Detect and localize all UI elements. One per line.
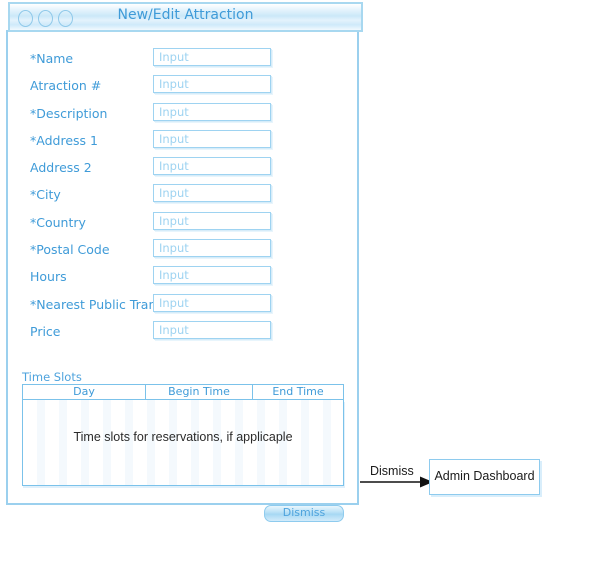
- time-slots-header-row: Day Begin Time End Time: [22, 384, 344, 400]
- attraction-number-input-value: Input: [159, 77, 189, 92]
- name-input-value: Input: [159, 50, 189, 64]
- description-input[interactable]: Input: [153, 102, 271, 121]
- hours-input[interactable]: Input: [153, 266, 271, 285]
- city-input[interactable]: Input: [153, 184, 271, 203]
- field-label-address-1: *Address 1: [30, 132, 98, 148]
- field-label-attraction-number: Atraction #: [30, 78, 102, 94]
- form-row: Price Input: [8, 320, 357, 348]
- field-label-name: *Name: [30, 51, 74, 66]
- field-label-country: *Country: [30, 214, 86, 230]
- window-titlebar: New/Edit Attraction: [8, 2, 363, 32]
- attraction-number-input[interactable]: Input: [153, 75, 271, 94]
- nearest-public-transport-input[interactable]: Input: [153, 293, 271, 312]
- time-slots-empty-note: Time slots for reservations, if applicap…: [73, 430, 293, 444]
- form-row: *Nearest Public Transport Input: [8, 293, 357, 321]
- time-slots-section-label: Time Slots: [22, 370, 82, 384]
- field-label-hours: Hours: [30, 269, 67, 285]
- new-edit-attraction-window: *Name Input Atraction # Input *Descripti…: [6, 2, 363, 522]
- nearest-public-transport-input-value: Input: [159, 295, 189, 310]
- admin-dashboard-screen-box[interactable]: Admin Dashboard: [429, 459, 540, 495]
- form-row: *Name Input: [8, 48, 357, 75]
- attraction-form: *Name Input Atraction # Input *Descripti…: [8, 48, 357, 348]
- dismiss-button[interactable]: Dismiss: [264, 505, 344, 522]
- country-input-value: Input: [159, 213, 189, 228]
- form-row: *Country Input: [8, 211, 357, 239]
- form-row: *Postal Code Input: [8, 239, 357, 266]
- time-slots-table: Day Begin Time End Time Time slots for r…: [22, 384, 344, 488]
- postal-code-input[interactable]: Input: [153, 239, 271, 258]
- price-input[interactable]: Input: [153, 320, 271, 339]
- form-row: Atraction # Input: [8, 75, 357, 102]
- field-label-city: *City: [30, 187, 61, 203]
- price-input-value: Input: [159, 322, 189, 337]
- column-header-day[interactable]: Day: [22, 384, 145, 400]
- column-header-end-time[interactable]: End Time: [252, 384, 344, 400]
- name-input[interactable]: Input: [153, 48, 271, 66]
- admin-dashboard-label: Admin Dashboard: [434, 469, 535, 483]
- column-header-begin-time[interactable]: Begin Time: [145, 384, 252, 400]
- field-label-postal-code: *Postal Code: [30, 242, 110, 258]
- field-label-address-2: Address 2: [30, 160, 92, 176]
- description-input-value: Input: [159, 104, 189, 119]
- form-row: *Address 1 Input: [8, 129, 357, 157]
- country-input[interactable]: Input: [153, 211, 271, 230]
- address-2-input-value: Input: [159, 159, 189, 174]
- postal-code-input-value: Input: [159, 241, 189, 256]
- window-title: New/Edit Attraction: [117, 7, 254, 23]
- form-row: Address 2 Input: [8, 157, 357, 184]
- address-1-input-value: Input: [159, 131, 189, 146]
- flow-arrow-icon: [360, 476, 433, 488]
- form-row: Hours Input: [8, 266, 357, 293]
- time-slots-body[interactable]: Time slots for reservations, if applicap…: [22, 400, 344, 486]
- city-input-value: Input: [159, 186, 189, 201]
- hours-input-value: Input: [159, 268, 189, 283]
- form-row: *Description Input: [8, 102, 357, 130]
- address-1-input[interactable]: Input: [153, 129, 271, 148]
- field-label-description: *Description: [30, 105, 108, 121]
- address-2-input[interactable]: Input: [153, 157, 271, 176]
- window-body: *Name Input Atraction # Input *Descripti…: [6, 30, 359, 522]
- form-row: *City Input: [8, 184, 357, 211]
- field-label-price: Price: [30, 323, 61, 339]
